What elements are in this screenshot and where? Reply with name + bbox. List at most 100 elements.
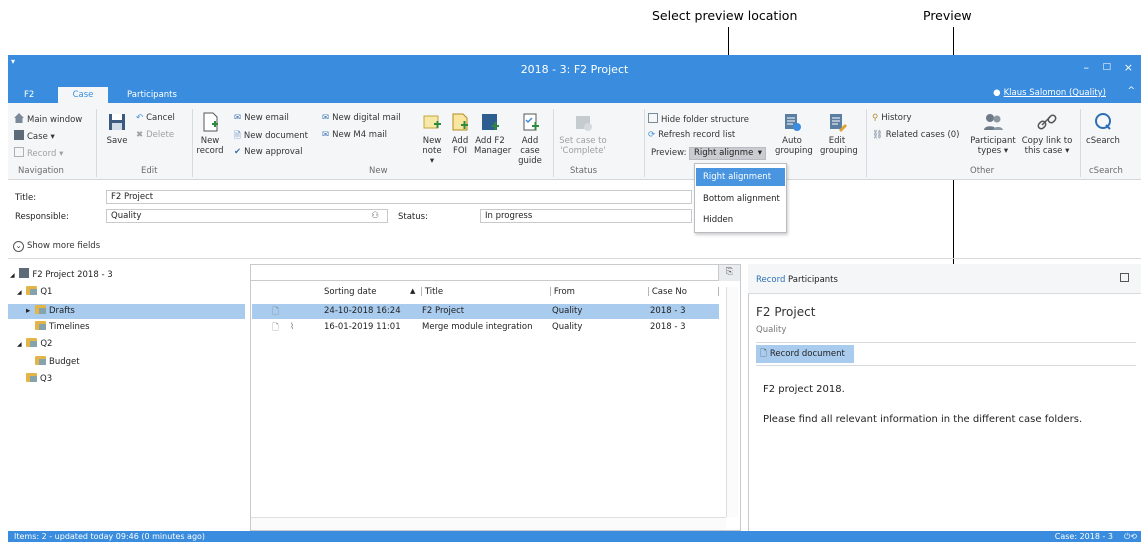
user-icon: ● <box>993 88 1001 98</box>
preview-tab-record[interactable]: Record <box>756 275 785 285</box>
delete-button[interactable]: ✖ Delete <box>136 130 174 140</box>
list-search-bar[interactable] <box>251 265 740 281</box>
folder-icon <box>35 356 46 365</box>
hide-folder-structure-button[interactable]: Hide folder structure <box>648 113 749 125</box>
divider <box>8 258 1141 259</box>
add-case-guide-button[interactable]: Add case guide <box>512 111 548 166</box>
tree-item-drafts[interactable]: ▸ Drafts <box>26 304 75 318</box>
chevron-down-circle-icon: ⌄ <box>13 241 24 252</box>
status-field[interactable]: In progress <box>480 209 692 223</box>
responsible-field[interactable]: Quality ⚇ <box>106 209 388 223</box>
status-label: Status: <box>398 212 428 222</box>
status-text: Items: 2 - updated today 09:46 (0 minute… <box>14 532 206 541</box>
new-m4-mail-button[interactable]: ✉ New M4 mail <box>322 130 387 140</box>
home-icon <box>14 113 24 123</box>
maximize-button[interactable]: □ <box>1102 62 1111 72</box>
participant-types-button[interactable]: Participant types ▾ <box>970 111 1016 156</box>
annotation-preview: Preview <box>923 8 972 23</box>
csearch-button[interactable]: cSearch <box>1086 111 1120 146</box>
new-digital-mail-button[interactable]: ✉ New digital mail <box>322 113 401 123</box>
new-record-icon <box>203 112 218 132</box>
related-cases-button[interactable]: ⛓ Related cases (0) <box>872 130 960 140</box>
group-label-csearch: cSearch <box>1089 166 1123 176</box>
expand-icon: ◢ <box>10 272 15 279</box>
separator <box>553 109 554 177</box>
new-note-button[interactable]: New note ▾ <box>420 111 444 166</box>
column-header-title[interactable]: | Title <box>420 287 443 297</box>
expand-icon: ◢ <box>17 289 22 296</box>
preview-location-select[interactable]: Right alignme ▾ <box>689 147 766 160</box>
tree-item-budget[interactable]: Budget <box>35 355 80 369</box>
digital-mail-icon: ✉ <box>322 113 330 123</box>
group-label-status: Status <box>570 166 598 176</box>
separator <box>192 109 193 177</box>
cell-title: F2 Project <box>422 306 465 316</box>
close-button[interactable]: × <box>1124 61 1133 74</box>
collapse-ribbon-button[interactable]: ^ <box>1127 86 1135 96</box>
popout-icon[interactable] <box>1120 273 1129 282</box>
refresh-record-list-button[interactable]: ⟳ Refresh record list <box>648 130 735 140</box>
dropdown-option-right-alignment[interactable]: Right alignment <box>696 168 785 186</box>
new-document-button[interactable]: 🗎 New document <box>234 130 308 144</box>
annotation-select-preview-location: Select preview location <box>652 8 798 23</box>
current-user-link[interactable]: ● Klaus Salomon (Quality) <box>993 88 1106 98</box>
participants-icon <box>984 114 1003 130</box>
new-record-button[interactable]: New record <box>196 111 224 156</box>
tree-item-q1[interactable]: ◢ Q1 <box>17 285 52 299</box>
tree-item-q2[interactable]: ◢ Q2 <box>17 337 52 351</box>
folder-icon <box>26 338 38 347</box>
record-document-button[interactable]: 🗋 Record document <box>756 345 854 363</box>
tree-item-root[interactable]: ◢ F2 Project 2018 - 3 <box>10 268 113 282</box>
cell-date: 24-10-2018 16:24 <box>324 306 401 316</box>
save-button[interactable]: Save <box>104 111 130 146</box>
document-icon: 🗋 <box>272 307 279 317</box>
status-bar: Items: 2 - updated today 09:46 (0 minute… <box>8 531 1141 542</box>
preview-title: F2 Project <box>756 305 816 319</box>
record-menu-button[interactable]: Record ▾ <box>14 147 63 159</box>
related-cases-icon: ⛓ <box>872 130 883 140</box>
list-horizontal-scrollbar[interactable] <box>251 517 726 530</box>
list-vertical-scrollbar[interactable] <box>726 287 738 517</box>
cancel-button[interactable]: ↶ Cancel <box>136 113 175 123</box>
document-icon: 🗎 <box>234 131 241 141</box>
sort-ascending-icon: ▲ <box>410 287 416 295</box>
column-header-case-no[interactable]: | Case No | <box>647 287 720 297</box>
main-window-button[interactable]: Main window <box>14 113 82 125</box>
tab-case[interactable]: Case <box>58 87 108 103</box>
add-foi-button[interactable]: Add FOI <box>449 111 471 156</box>
folder-icon <box>26 286 38 295</box>
new-approval-button[interactable]: ✔ New approval <box>234 147 302 157</box>
status-case: Case: 2018 - 3 <box>1054 532 1113 541</box>
minimize-button[interactable]: – <box>1084 61 1090 74</box>
history-icon: ⚲ <box>872 113 879 123</box>
auto-grouping-button[interactable]: Auto grouping <box>775 111 813 156</box>
group-label-other: Other <box>970 166 995 176</box>
column-header-from[interactable]: | From <box>549 287 575 297</box>
tab-participants[interactable]: Participants <box>123 87 181 103</box>
list-search-clear-icon[interactable]: ⎘ <box>718 265 740 281</box>
dropdown-option-bottom-alignment[interactable]: Bottom alignment <box>696 190 785 208</box>
copy-link-button[interactable]: Copy link to this case ▾ <box>1020 111 1074 156</box>
tree-item-q3[interactable]: Q3 <box>26 372 52 386</box>
set-case-complete-button[interactable]: Set case to 'Complete' <box>558 111 608 156</box>
responsible-picker-icon[interactable]: ⚇ <box>371 210 379 222</box>
preview-location-dropdown: Right alignment Bottom alignment Hidden <box>694 163 787 233</box>
title-label: Title: <box>15 193 37 203</box>
csearch-icon <box>1095 113 1111 130</box>
edit-grouping-button[interactable]: Edit grouping <box>820 111 858 156</box>
ribbon-tab-bar: F2 Case Participants ● Klaus Salomon (Qua… <box>8 85 1141 103</box>
new-email-button[interactable]: ✉ New email <box>234 113 289 123</box>
dropdown-option-hidden[interactable]: Hidden <box>696 211 785 229</box>
case-menu-button[interactable]: Case ▾ <box>14 130 55 142</box>
column-header-sorting-date[interactable]: Sorting date <box>324 287 376 297</box>
preview-body-line-1: F2 project 2018. <box>763 384 845 395</box>
title-field[interactable]: F2 Project <box>106 190 692 204</box>
history-button[interactable]: ⚲ History <box>872 113 911 123</box>
auto-grouping-icon <box>785 114 801 131</box>
show-more-fields-button[interactable]: ⌄ Show more fields <box>13 241 100 252</box>
add-f2-manager-button[interactable]: Add F2 Manager <box>474 111 511 156</box>
tree-item-timelines[interactable]: Timelines <box>35 320 90 334</box>
refresh-icon: ⟳ <box>648 130 656 140</box>
tab-f2[interactable]: F2 <box>20 87 38 103</box>
preview-tab-participants[interactable]: Participants <box>788 275 838 285</box>
